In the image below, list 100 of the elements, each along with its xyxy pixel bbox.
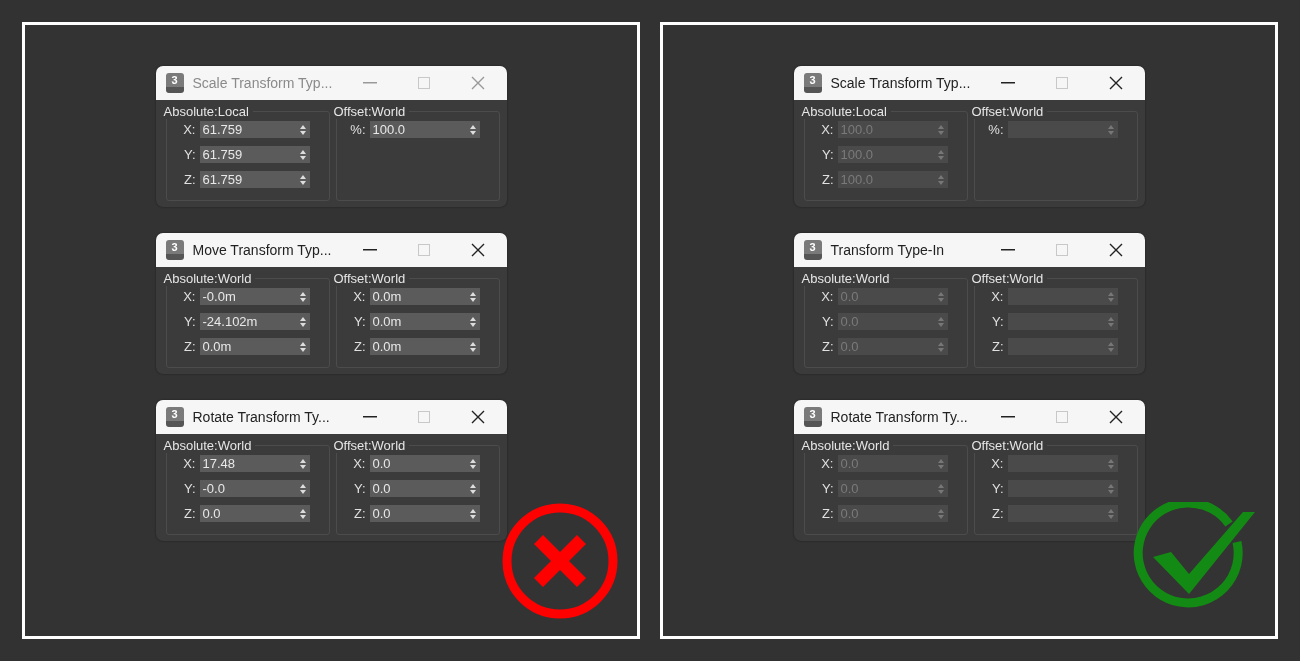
close-icon — [470, 410, 485, 424]
window-title: Transform Type-In — [830, 242, 946, 258]
axis-label: X: — [352, 289, 366, 304]
axis-label: %: — [349, 122, 366, 137]
spinner-arrows-icon[interactable] — [299, 508, 306, 519]
minimize-icon — [1000, 416, 1015, 418]
group-label: Absolute:World — [800, 438, 891, 453]
spinner-arrows-icon[interactable] — [299, 458, 306, 469]
app-icon: 3 — [803, 73, 822, 93]
window-title: Rotate Transform Ty... — [192, 409, 331, 425]
spinner-field[interactable]: 0.0m — [199, 338, 310, 355]
maximize-icon — [1055, 77, 1068, 89]
axis-label: Z: — [990, 506, 1004, 521]
spinner-field[interactable]: 100.0 — [369, 121, 480, 138]
group-label: Offset:World — [332, 104, 407, 119]
spinner-field[interactable]: 0.0m — [369, 338, 480, 355]
spinner-field[interactable]: 61.759 — [199, 171, 310, 188]
axis-label: Y: — [820, 314, 834, 329]
axis-label: X: — [990, 456, 1004, 471]
axis-label: Z: — [820, 172, 834, 187]
close-icon — [470, 76, 485, 90]
spinner-arrows-icon[interactable] — [469, 341, 476, 352]
spinner-field[interactable]: 61.759 — [199, 146, 310, 163]
spinner-arrows-icon[interactable] — [469, 316, 476, 327]
axis-label: Y: — [182, 481, 196, 496]
maximize-icon — [417, 77, 430, 89]
app-icon: 3 — [165, 407, 184, 427]
spinner-arrows-icon[interactable] — [299, 316, 306, 327]
spinner-arrows-icon[interactable] — [299, 341, 306, 352]
axis-label: Y: — [352, 314, 366, 329]
spinner-arrows-icon[interactable] — [469, 291, 476, 302]
spinner-arrows-icon[interactable] — [469, 483, 476, 494]
axis-label: %: — [987, 122, 1004, 137]
group-label: Offset:World — [332, 438, 407, 453]
axis-label: X: — [182, 289, 196, 304]
spinner-field[interactable]: 17.48 — [199, 455, 310, 472]
axis-label: Z: — [352, 506, 366, 521]
app-icon: 3 — [165, 73, 184, 93]
spinner-field[interactable]: -0.0 — [199, 480, 310, 497]
axis-label: Z: — [182, 339, 196, 354]
spinner-field[interactable]: 61.759 — [199, 121, 310, 138]
window-title: Rotate Transform Ty... — [830, 409, 969, 425]
axis-label: Z: — [990, 339, 1004, 354]
minimize-icon — [1000, 82, 1015, 84]
close-icon — [1108, 243, 1123, 257]
spinner-field[interactable]: 0.0m — [369, 288, 480, 305]
axis-label: X: — [352, 456, 366, 471]
group-label: Absolute:Local — [162, 104, 250, 119]
close-icon — [470, 243, 485, 257]
axis-label: X: — [820, 122, 834, 137]
app-icon: 3 — [803, 407, 822, 427]
axis-label: Y: — [182, 147, 196, 162]
axis-label: Z: — [820, 339, 834, 354]
maximize-icon — [1055, 244, 1068, 256]
group-label: Absolute:World — [162, 271, 253, 286]
spinner-field[interactable]: 0.0 — [369, 505, 480, 522]
spinner-arrows-icon[interactable] — [299, 174, 306, 185]
spinner-arrows-icon[interactable] — [469, 458, 476, 469]
axis-label: X: — [820, 456, 834, 471]
minimize-icon — [1000, 249, 1015, 251]
axis-label: Z: — [820, 506, 834, 521]
close-icon — [1108, 410, 1123, 424]
group-label: Offset:World — [970, 438, 1045, 453]
spinner-arrows-icon[interactable] — [299, 124, 306, 135]
spinner-arrows-icon[interactable] — [299, 483, 306, 494]
app-icon: 3 — [165, 240, 184, 260]
axis-label: X: — [990, 289, 1004, 304]
minimize-icon — [362, 416, 377, 418]
app-icon: 3 — [803, 240, 822, 260]
spinner-field[interactable]: -24.102m — [199, 313, 310, 330]
axis-label: X: — [182, 456, 196, 471]
window-title: Move Transform Typ... — [192, 242, 333, 258]
axis-label: Y: — [990, 481, 1004, 496]
spinner-field[interactable]: 0.0m — [369, 313, 480, 330]
window-title: Scale Transform Typ... — [830, 75, 972, 91]
maximize-icon — [1055, 411, 1068, 423]
spinner-field[interactable]: 0.0 — [369, 480, 480, 497]
axis-label: Y: — [182, 314, 196, 329]
axis-label: X: — [182, 122, 196, 137]
axis-label: Y: — [352, 481, 366, 496]
minimize-icon — [362, 82, 377, 84]
spinner-arrows-icon[interactable] — [299, 291, 306, 302]
axis-label: X: — [820, 289, 834, 304]
axis-label: Z: — [182, 172, 196, 187]
maximize-icon — [417, 411, 430, 423]
group-label: Absolute:Local — [800, 104, 888, 119]
window-title: Scale Transform Typ... — [192, 75, 334, 91]
maximize-icon — [417, 244, 430, 256]
axis-label: Y: — [990, 314, 1004, 329]
spinner-arrows-icon[interactable] — [299, 149, 306, 160]
group-label: Offset:World — [970, 271, 1045, 286]
axis-label: Y: — [820, 481, 834, 496]
spinner-field[interactable]: 0.0 — [369, 455, 480, 472]
minimize-icon — [362, 249, 377, 251]
group-label: Offset:World — [332, 271, 407, 286]
spinner-arrows-icon[interactable] — [469, 508, 476, 519]
spinner-arrows-icon[interactable] — [469, 124, 476, 135]
spinner-field[interactable]: 0.0 — [199, 505, 310, 522]
group-label: Absolute:World — [800, 271, 891, 286]
spinner-field[interactable]: -0.0m — [199, 288, 310, 305]
